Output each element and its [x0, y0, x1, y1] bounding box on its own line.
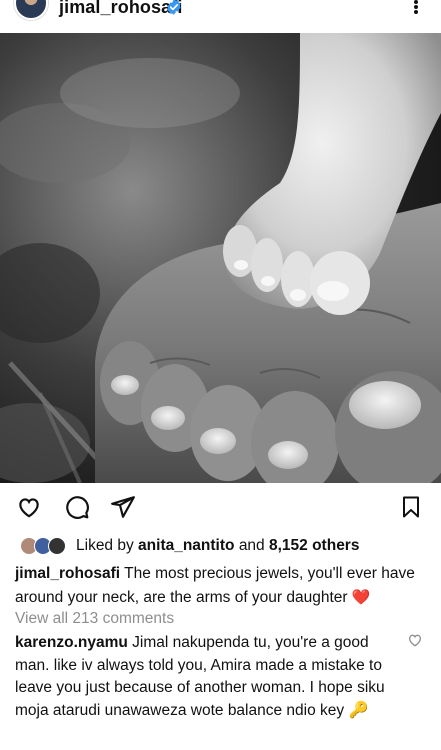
post-photo[interactable] — [0, 33, 441, 483]
likes-summary[interactable]: Liked by anita_nantito and 8,152 others — [20, 535, 359, 557]
view-all-comments-link[interactable]: View all 213 comments — [15, 610, 174, 628]
liker-username[interactable]: anita_nantito — [138, 537, 234, 555]
verified-badge-icon — [167, 0, 181, 15]
post-caption: jimal_rohosafi The most precious jewels,… — [15, 562, 425, 610]
send-paper-plane-icon[interactable] — [108, 492, 138, 522]
heart-outline-small-icon[interactable] — [407, 632, 423, 648]
comment-bubble-icon[interactable] — [62, 492, 92, 522]
key-emoji: 🔑 — [348, 701, 369, 719]
comment-item: karenzo.nyamu Jimal nakupenda tu, you're… — [15, 632, 395, 722]
heart-outline-icon[interactable] — [14, 492, 44, 522]
post-header: jimal_rohosafi — [0, 0, 441, 33]
avatar — [48, 537, 66, 555]
caption-username[interactable]: jimal_rohosafi — [15, 565, 120, 582]
likes-others-count[interactable]: 8,152 others — [269, 537, 359, 555]
avatar[interactable] — [14, 0, 48, 20]
red-heart-emoji: ❤️ — [351, 589, 371, 606]
baby-and-adult-feet-photo — [0, 33, 441, 483]
likes-prefix: Liked by — [76, 537, 134, 554]
more-options-icon[interactable] — [409, 0, 423, 18]
post-actions — [0, 492, 441, 526]
post-username[interactable]: jimal_rohosafi — [59, 0, 182, 18]
likes-connector: and — [238, 537, 265, 554]
comment-username[interactable]: karenzo.nyamu — [15, 634, 128, 651]
bookmark-icon[interactable] — [396, 492, 426, 522]
liker-avatars — [20, 536, 70, 556]
